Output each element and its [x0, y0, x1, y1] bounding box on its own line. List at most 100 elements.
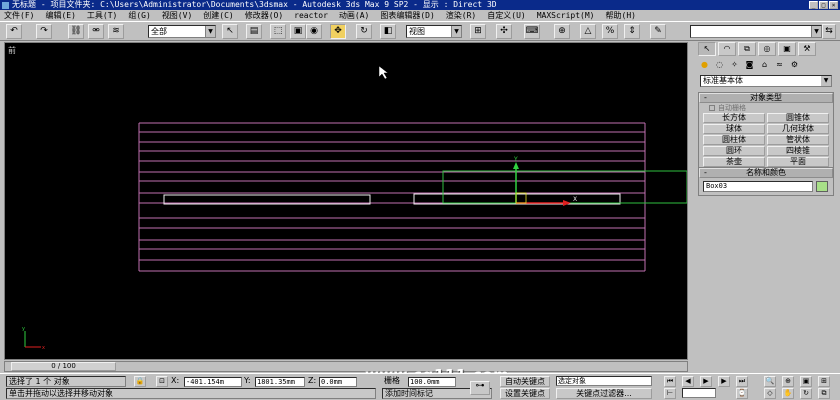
menu-views[interactable]: 视图(V) [162, 10, 192, 21]
zoom-extents-icon[interactable]: ▣ [800, 376, 812, 387]
utilities-tab-icon[interactable]: ⚒ [798, 42, 816, 56]
key-mode-toggle-icon[interactable]: ⊢ [664, 388, 676, 399]
time-configuration-icon[interactable]: ⌚ [736, 388, 748, 399]
unlink-icon[interactable]: ⚮ [88, 24, 104, 39]
go-to-end-icon[interactable]: ⏭ [736, 376, 748, 387]
time-slider-track[interactable]: 0 / 100 [4, 361, 688, 372]
systems-icon[interactable]: ⚙ [788, 59, 801, 71]
menu-group[interactable]: 组(G) [128, 10, 150, 21]
select-manipulate-icon[interactable]: ✣ [496, 24, 512, 39]
percent-snap-icon[interactable]: % [602, 24, 618, 39]
menu-rendering[interactable]: 渲染(R) [446, 10, 476, 21]
mirror-icon[interactable]: ⇆ [822, 24, 836, 39]
lock-icon[interactable]: 🔒 [134, 376, 146, 387]
pan-view-icon[interactable]: ✋ [782, 388, 794, 399]
reference-coordinate-dropdown[interactable]: 视图 ▼ [406, 25, 462, 38]
rectangular-selection-icon[interactable]: ⬚ [270, 24, 286, 39]
select-by-name-icon[interactable]: ▤ [246, 24, 262, 39]
select-object-icon[interactable]: ↖ [222, 24, 238, 39]
menu-customize[interactable]: 自定义(U) [487, 10, 525, 21]
object-color-swatch[interactable] [816, 181, 828, 192]
cameras-icon[interactable]: ◙ [743, 59, 756, 71]
pyramid-button[interactable]: 四棱锥 [767, 146, 829, 156]
cylinder-button[interactable]: 圆柱体 [703, 135, 765, 145]
helpers-icon[interactable]: ⌂ [758, 59, 771, 71]
close-button[interactable]: × [829, 1, 838, 9]
modify-tab-icon[interactable]: ◠ [718, 42, 736, 56]
menu-animation[interactable]: 动画(A) [339, 10, 369, 21]
menu-create[interactable]: 创建(C) [203, 10, 233, 21]
object-name-field[interactable]: Box03 [703, 181, 813, 192]
y-coordinate-input[interactable]: 1801.35mm [255, 377, 305, 387]
named-selection-sets-dropdown[interactable]: ▼ [690, 25, 822, 38]
maximize-button[interactable]: □ [819, 1, 828, 9]
current-frame-input[interactable] [682, 388, 716, 398]
maximize-viewport-icon[interactable]: ⧉ [818, 388, 830, 399]
go-to-start-icon[interactable]: ⏮ [664, 376, 676, 387]
shapes-icon[interactable]: ◌ [713, 59, 726, 71]
name-and-color-rollout-header[interactable]: - 名称和颜色 [699, 168, 833, 178]
menu-reactor[interactable]: reactor [294, 11, 328, 20]
tube-button[interactable]: 管状体 [767, 135, 829, 145]
torus-button[interactable]: 圆环 [703, 146, 765, 156]
space-warps-icon[interactable]: ≈ [773, 59, 786, 71]
field-of-view-icon[interactable]: ◇ [764, 388, 776, 399]
key-filters-button[interactable]: 关键点过滤器... [556, 388, 652, 399]
named-selection-icon[interactable]: ✎ [650, 24, 666, 39]
key-mode-dropdown[interactable]: 选定对象 [556, 376, 652, 386]
time-slider[interactable]: 0 / 100 [11, 362, 116, 371]
select-and-move-icon[interactable]: ✥ [330, 24, 346, 39]
next-frame-icon[interactable]: ▶ [718, 376, 730, 387]
angle-snap-icon[interactable]: △ [580, 24, 596, 39]
minimize-button[interactable]: _ [809, 1, 818, 9]
redo-icon[interactable]: ↷ [36, 24, 52, 39]
undo-icon[interactable]: ↶ [6, 24, 22, 39]
front-viewport[interactable]: 前 Y X y x [4, 42, 688, 360]
previous-frame-icon[interactable]: ◀ [682, 376, 694, 387]
play-icon[interactable]: ▶ [700, 376, 712, 387]
zoom-icon[interactable]: 🔍 [764, 376, 776, 387]
keyboard-shortcut-icon[interactable]: ⌨ [524, 24, 540, 39]
selection-filter-dropdown[interactable]: 全部 ▼ [148, 25, 216, 38]
zoom-extents-all-icon[interactable]: ⊞ [818, 376, 830, 387]
autogrid-checkbox[interactable] [709, 105, 715, 111]
zoom-all-icon[interactable]: ⊕ [782, 376, 794, 387]
z-coordinate-input[interactable]: 0.0mm [319, 377, 357, 387]
set-key-icon[interactable]: ⊶ [470, 381, 490, 395]
create-tab-icon[interactable]: ↖ [698, 42, 716, 56]
set-key-button[interactable]: 设置关键点 [500, 388, 550, 399]
select-region-icon[interactable]: ◉ [306, 24, 322, 39]
bind-space-warp-icon[interactable]: ≋ [108, 24, 124, 39]
window-crossing-icon[interactable]: ▣ [290, 24, 306, 39]
absolute-mode-icon[interactable]: ⊡ [156, 376, 168, 387]
sphere-button[interactable]: 球体 [703, 124, 765, 134]
menu-maxscript[interactable]: MAXScript(M) [537, 11, 595, 20]
select-and-rotate-icon[interactable]: ↻ [356, 24, 372, 39]
snap-toggle-icon[interactable]: ⊕ [554, 24, 570, 39]
hierarchy-tab-icon[interactable]: ⧉ [738, 42, 756, 56]
box-button[interactable]: 长方体 [703, 113, 765, 123]
cone-button[interactable]: 圆锥体 [767, 113, 829, 123]
link-icon[interactable]: ⛓ [68, 24, 84, 39]
x-coordinate-input[interactable]: -401.154m [184, 377, 242, 387]
display-tab-icon[interactable]: ▣ [778, 42, 796, 56]
lights-icon[interactable]: ✧ [728, 59, 741, 71]
menu-edit[interactable]: 编辑(E) [45, 10, 75, 21]
primitive-category-dropdown[interactable]: 标准基本体 ▼ [700, 75, 832, 87]
teapot-button[interactable]: 茶壶 [703, 157, 765, 167]
pivot-center-icon[interactable]: ⊞ [470, 24, 486, 39]
select-and-scale-icon[interactable]: ◧ [380, 24, 396, 39]
menu-tools[interactable]: 工具(T) [87, 10, 117, 21]
motion-tab-icon[interactable]: ◎ [758, 42, 776, 56]
menu-graph-editors[interactable]: 图表编辑器(D) [380, 10, 434, 21]
menu-help[interactable]: 帮助(H) [606, 10, 636, 21]
plane-button[interactable]: 平面 [767, 157, 829, 167]
auto-key-button[interactable]: 自动关键点 [500, 376, 550, 387]
menu-modifiers[interactable]: 修改器(O) [245, 10, 283, 21]
arc-rotate-icon[interactable]: ↻ [800, 388, 812, 399]
geosphere-button[interactable]: 几何球体 [767, 124, 829, 134]
menu-file[interactable]: 文件(F) [4, 10, 34, 21]
autogrid-option[interactable]: 自动栅格 [699, 103, 833, 113]
object-type-rollout-header[interactable]: - 对象类型 [699, 93, 833, 103]
spinner-snap-icon[interactable]: ⇕ [624, 24, 640, 39]
